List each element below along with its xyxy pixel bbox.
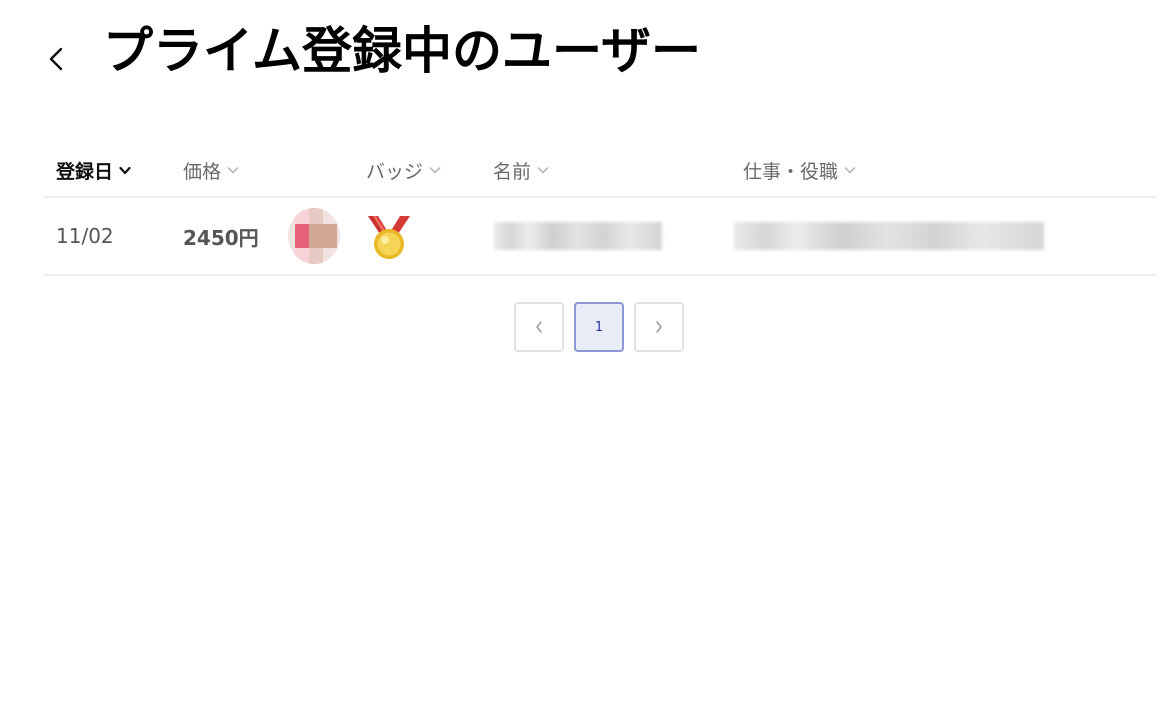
chevron-down-icon <box>844 167 856 174</box>
page: プライム登録中のユーザー 登録日 価格 バッジ 名前 仕事・役職 11/02 2… <box>0 0 1168 702</box>
chevron-down-icon <box>429 167 441 174</box>
users-table: 登録日 価格 バッジ 名前 仕事・役職 11/02 2450円 <box>44 146 1156 276</box>
chevron-right-icon <box>656 321 662 333</box>
chevron-left-icon <box>536 321 542 333</box>
column-label: 仕事・役職 <box>743 160 839 183</box>
column-label: 登録日 <box>56 160 114 183</box>
column-header-name[interactable]: 名前 <box>493 154 549 186</box>
gold-medal-icon <box>368 216 410 259</box>
page-button-current[interactable]: 1 <box>574 302 624 352</box>
job-title-redacted <box>734 222 1044 250</box>
column-header-job-title[interactable]: 仕事・役職 <box>743 154 856 186</box>
pagination: 1 <box>514 302 684 352</box>
table-row[interactable]: 11/02 2450円 <box>44 198 1156 276</box>
prev-page-button[interactable] <box>514 302 564 352</box>
back-button[interactable] <box>40 40 72 78</box>
next-page-button[interactable] <box>634 302 684 352</box>
column-header-price[interactable]: 価格 <box>183 154 239 186</box>
table-header: 登録日 価格 バッジ 名前 仕事・役職 <box>44 146 1156 198</box>
avatar[interactable] <box>288 208 340 264</box>
column-header-badge[interactable]: バッジ <box>366 154 441 186</box>
column-label: 名前 <box>493 160 532 183</box>
page-title: プライム登録中のユーザー <box>103 22 701 80</box>
price: 2450円 <box>183 225 259 250</box>
chevron-down-icon <box>227 167 239 174</box>
column-label: バッジ <box>366 160 424 183</box>
chevron-left-icon <box>49 47 63 71</box>
user-name-redacted <box>494 222 662 250</box>
chevron-down-icon <box>537 167 549 174</box>
registration-date: 11/02 <box>56 224 114 248</box>
column-header-registration-date[interactable]: 登録日 <box>56 154 131 186</box>
chevron-down-icon <box>119 166 131 174</box>
column-label: 価格 <box>183 160 222 183</box>
